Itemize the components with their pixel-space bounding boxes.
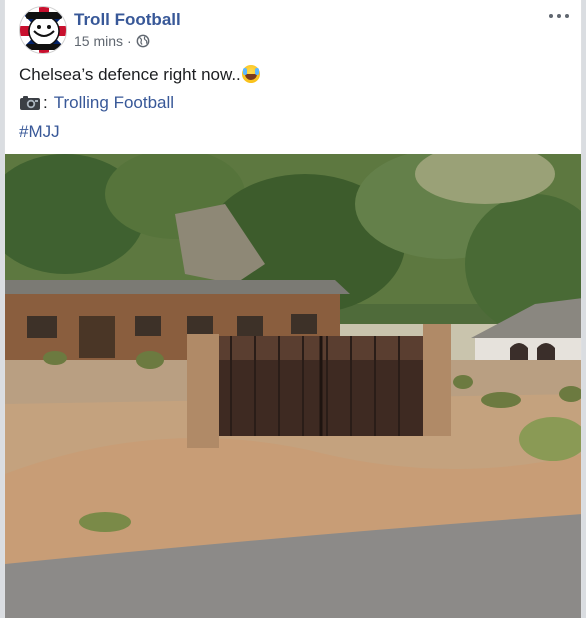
troll-logo-icon: [20, 7, 66, 53]
photo-credit: : Trolling Football: [19, 92, 174, 114]
post-timestamp[interactable]: 15 mins: [74, 33, 123, 49]
more-options-icon[interactable]: [547, 8, 571, 24]
hashtag-link[interactable]: #MJJ: [19, 121, 60, 143]
laughing-crying-emoji-icon: [241, 65, 260, 83]
post-photo[interactable]: [5, 154, 582, 618]
post-meta: 15 mins ·: [74, 33, 150, 49]
post-card: Troll Football 15 mins · Chelsea’s defen…: [4, 0, 582, 618]
post-header: Troll Football 15 mins ·: [5, 0, 581, 60]
post-message: Chelsea’s defence right now..: [19, 64, 260, 86]
camera-icon: [20, 96, 40, 110]
post-message-text: Chelsea’s defence right now..: [19, 65, 241, 84]
page-name-link[interactable]: Troll Football: [74, 10, 181, 30]
meta-separator: ·: [127, 33, 132, 49]
globe-icon[interactable]: [136, 34, 150, 48]
avatar[interactable]: [19, 6, 67, 54]
credit-link[interactable]: Trolling Football: [54, 92, 174, 114]
credit-colon: :: [43, 93, 48, 112]
